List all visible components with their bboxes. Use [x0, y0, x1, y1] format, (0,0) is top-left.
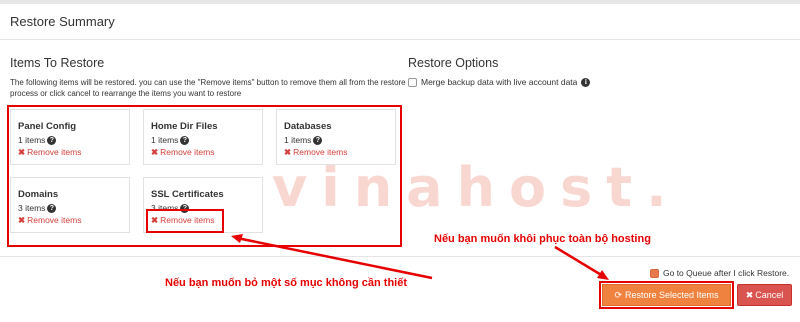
queue-label[interactable]: Go to Queue after I click Restore. [663, 268, 789, 278]
items-to-restore-heading: Items To Restore [10, 56, 105, 70]
info-icon[interactable]: i [581, 77, 591, 87]
dialog-header: Restore Summary [0, 4, 800, 40]
close-icon: ✖ [745, 289, 754, 300]
merge-label[interactable]: Merge backup data with live account data [421, 77, 577, 87]
restore-button-label: Restore Selected Items [625, 290, 719, 300]
cancel-button[interactable]: ✖ Cancel [737, 284, 792, 306]
queue-option: Go to Queue after I click Restore. [650, 268, 789, 278]
footer-divider [0, 256, 800, 257]
restore-selected-button[interactable]: ⟳ Restore Selected Items [602, 284, 731, 306]
cancel-button-label: Cancel [755, 290, 784, 300]
queue-checkbox[interactable] [650, 268, 659, 278]
merge-checkbox[interactable] [408, 77, 417, 87]
dialog-title: Restore Summary [10, 14, 115, 29]
arrow-line-right [554, 245, 604, 278]
merge-option: Merge backup data with live account data… [408, 77, 591, 87]
refresh-icon: ⟳ [614, 289, 622, 300]
annotation-remove-some: Nếu bạn muốn bỏ một số mục không cần thi… [165, 277, 408, 289]
restore-options-heading: Restore Options [408, 56, 499, 70]
arrow-head-right [597, 270, 609, 280]
annotation-restore-all: Nếu bạn muốn khôi phục toàn bộ hosting [434, 233, 651, 245]
highlight-remove-box [146, 209, 224, 233]
items-description: The following items will be restored. yo… [10, 78, 406, 98]
